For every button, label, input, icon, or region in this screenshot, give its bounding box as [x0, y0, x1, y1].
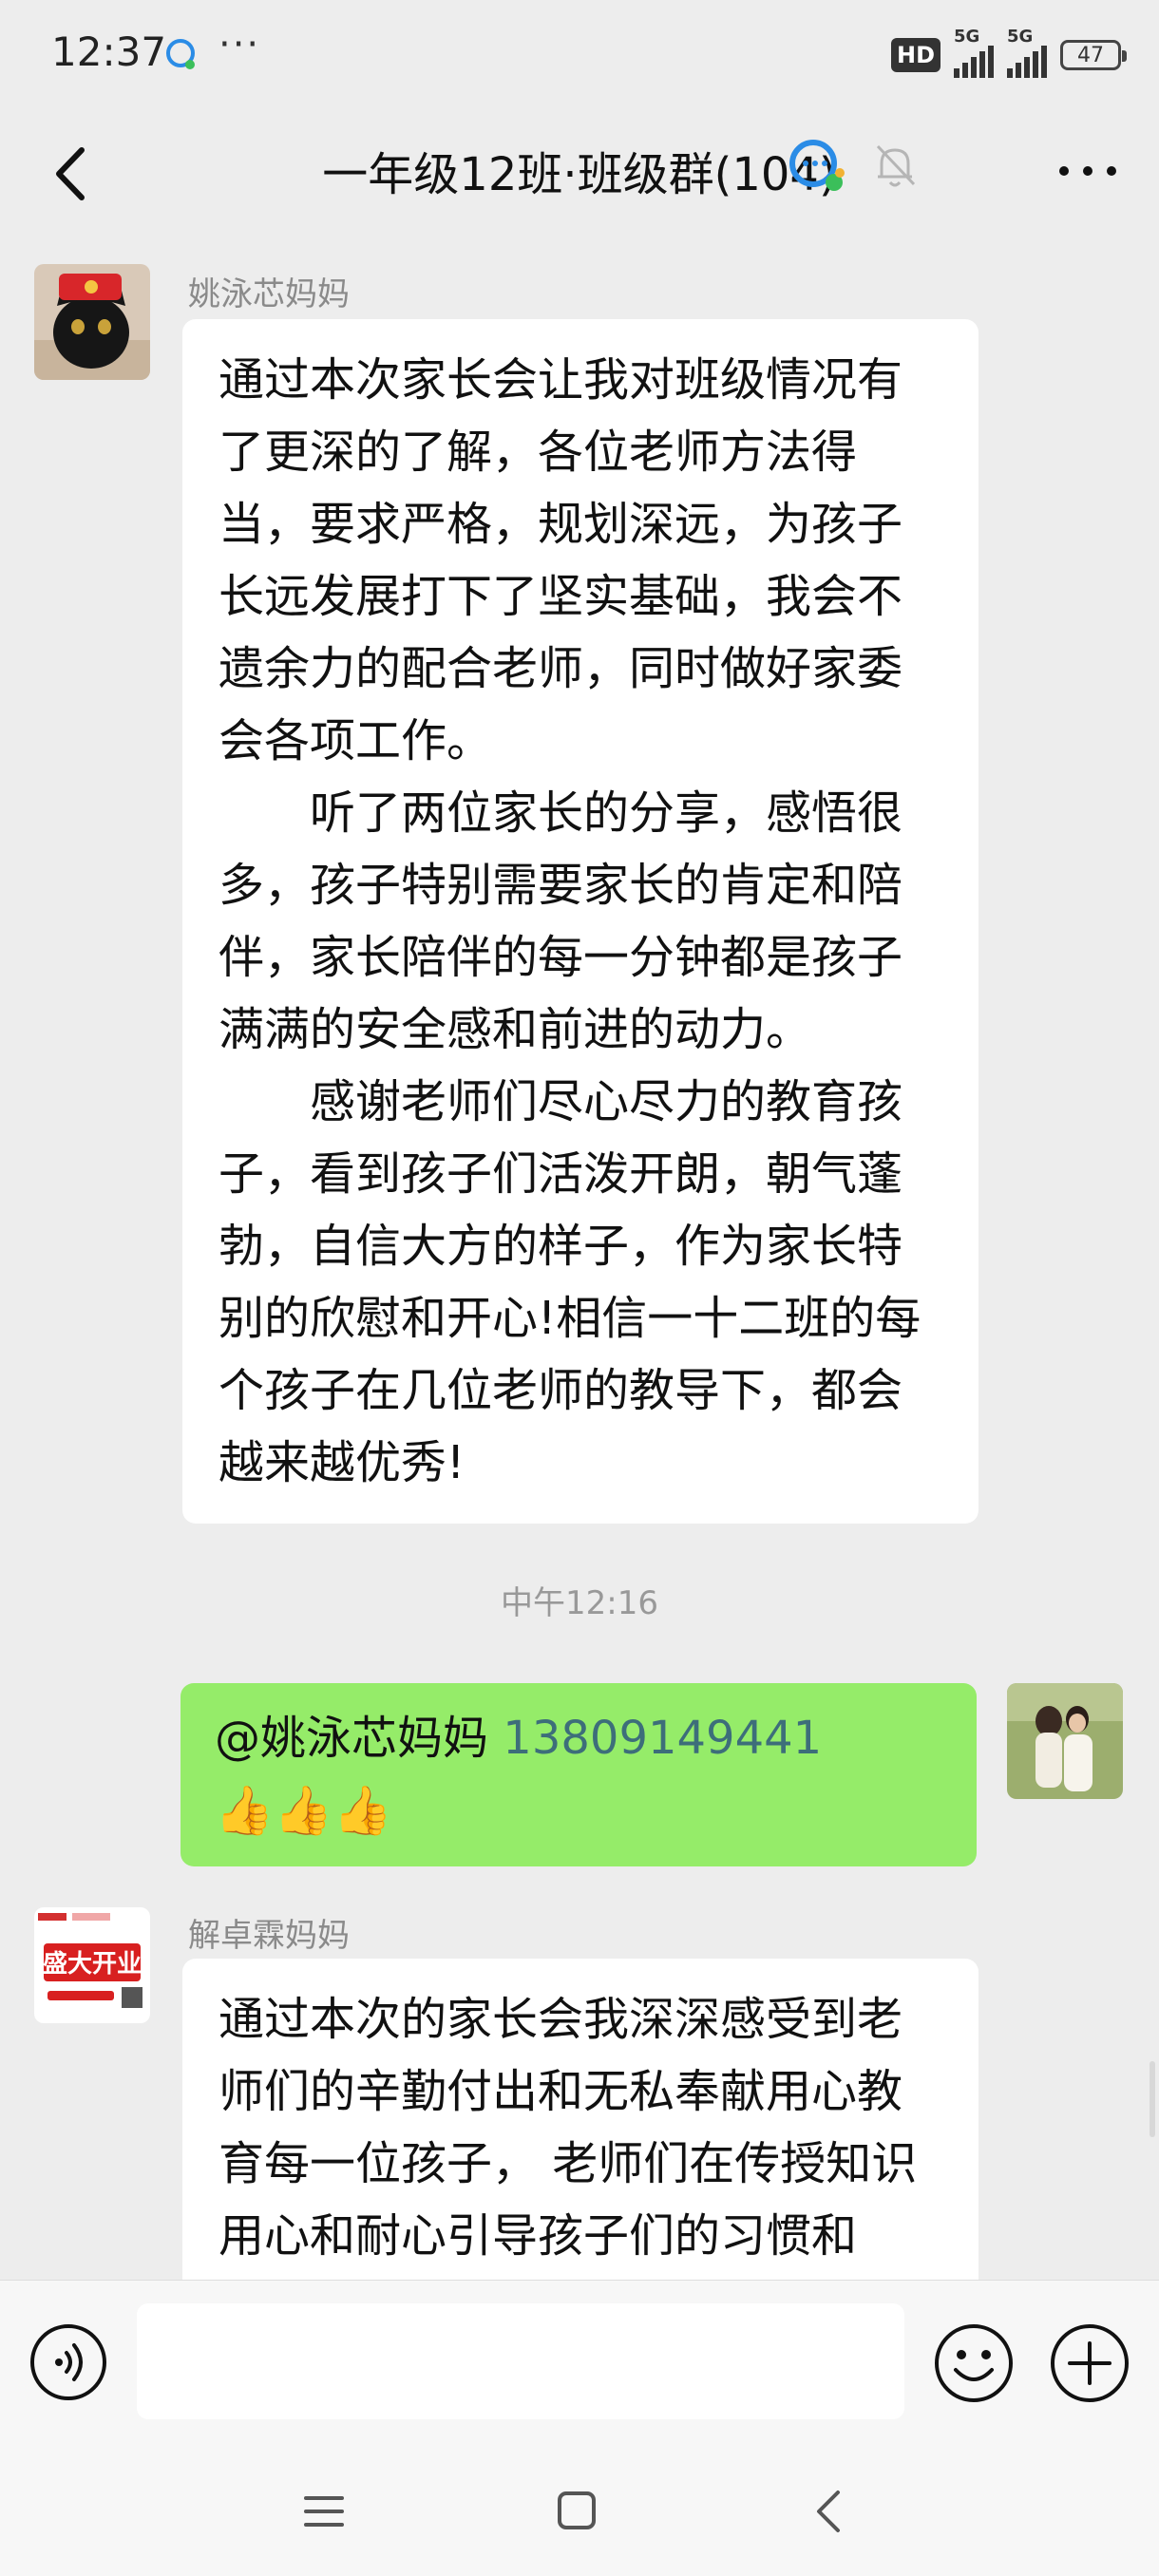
phone-link[interactable]: 13809149441 — [503, 1712, 822, 1765]
input-bar — [0, 2280, 1159, 2442]
couple-avatar-image — [1007, 1683, 1123, 1799]
sender-name: 解卓霖妈妈 — [188, 1917, 350, 1955]
scroll-indicator[interactable] — [1150, 2061, 1155, 2137]
signal-2-label: 5G — [1007, 27, 1034, 47]
chat-title: 一年级12班·班级群(104) — [322, 148, 837, 201]
app-notification-icon — [166, 39, 195, 69]
avatar-banner-text: 盛大开业 — [43, 1949, 142, 1979]
signal-1-icon: 5G — [954, 27, 994, 78]
message-paragraph: 通过本次的家长会我深深感受到老师们的辛勤付出和无私奉献用心教育每一位孩子， 老师… — [218, 1993, 918, 2263]
chat-bubbles-icon — [789, 140, 845, 191]
message-bubble[interactable]: 通过本次家长会让我对班级情况有了更深的了解，各位老师方法得当，要求严格，规划深远… — [182, 319, 978, 1524]
battery-level: 47 — [1077, 43, 1104, 67]
battery-icon: 47 — [1060, 40, 1127, 70]
cat-avatar-image — [34, 264, 150, 380]
hd-badge: HD — [890, 38, 940, 72]
bell-muted-icon — [876, 144, 916, 187]
more-horizontal-icon[interactable] — [1054, 152, 1121, 190]
status-bar: 12:37 ··· HD 5G 5G 47 — [0, 0, 1159, 112]
sender-name: 姚泳芯妈妈 — [188, 275, 350, 313]
status-more-dots: ··· — [218, 23, 261, 66]
chat-header: 一年级12班·班级群(104) — [0, 112, 1159, 234]
signal-1-label: 5G — [954, 27, 980, 47]
message-bubble-self[interactable]: @姚泳芯妈妈 13809149441 👍👍👍 — [180, 1683, 977, 1866]
plus-icon[interactable] — [1049, 2322, 1130, 2404]
mention-text[interactable]: @姚泳芯妈妈 — [215, 1712, 488, 1765]
avatar[interactable]: 盛大开业 — [34, 1907, 150, 2023]
signal-2-icon: 5G — [1007, 27, 1047, 78]
shop-opening-avatar-image: 盛大开业 — [34, 1907, 150, 2023]
status-time: 12:37 — [51, 28, 167, 75]
home-icon[interactable] — [555, 2489, 598, 2532]
avatar[interactable] — [34, 264, 150, 380]
message-paragraph: 听了两位家长的分享，感悟很多，孩子特别需要家长的肯定和陪伴，家长陪伴的每一分钟都… — [218, 786, 903, 1056]
menu-icon[interactable] — [302, 2491, 346, 2532]
emoji-icon[interactable] — [933, 2322, 1015, 2404]
voice-icon[interactable] — [28, 2322, 108, 2402]
message-paragraph: 通过本次家长会让我对班级情况有了更深的了解，各位老师方法得当，要求严格，规划深远… — [218, 353, 903, 767]
message-paragraph: 感谢老师们尽心尽力的教育孩子，看到孩子们活泼开朗，朝气蓬勃，自信大方的样子，作为… — [218, 1075, 922, 1489]
message-input[interactable] — [137, 2303, 904, 2419]
back-icon[interactable] — [809, 2487, 847, 2536]
time-separator: 中午12:16 — [501, 1584, 658, 1622]
system-nav-bar — [0, 2441, 1159, 2576]
thumbs-up-emoji: 👍👍👍 — [215, 1783, 392, 1838]
avatar-self[interactable] — [1007, 1683, 1123, 1799]
